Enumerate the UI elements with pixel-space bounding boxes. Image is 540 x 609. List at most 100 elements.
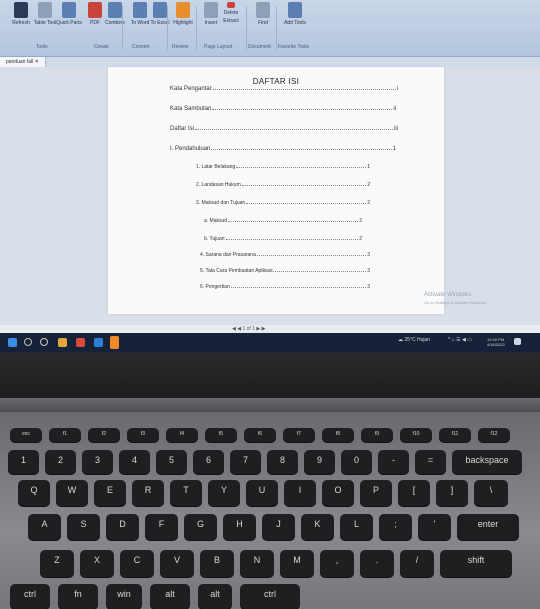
document-tab[interactable]: panduan fall ✕: [0, 57, 46, 67]
key-f2: f2: [88, 428, 120, 442]
toc-entry[interactable]: Kata Pengantar i: [170, 84, 398, 94]
weather-widget[interactable]: ☁ 25°C Hujan: [398, 337, 430, 343]
key-f4: f4: [166, 428, 198, 442]
toc-leader-dots: [236, 167, 367, 168]
key-7: 7: [230, 450, 261, 474]
key-label: A: [41, 519, 48, 529]
key-d: D: [106, 514, 139, 540]
key-label: 0: [353, 455, 359, 465]
key-label: f1: [62, 431, 68, 437]
page-navigation[interactable]: ◀ ◀ 1 of 1 ▶ ▶: [232, 325, 265, 333]
status-bar: ◀ ◀ 1 of 1 ▶ ▶: [0, 325, 540, 333]
key-alt: alt: [198, 584, 232, 609]
toc-entry-page: 1: [367, 164, 370, 170]
ribbon-highlight[interactable]: Highlight: [168, 2, 198, 26]
key-label: shift: [467, 555, 485, 565]
key-c: C: [120, 550, 154, 577]
toc-entry[interactable]: Daftar Isi iii: [170, 124, 398, 134]
key-: [: [398, 480, 430, 506]
key-u: U: [246, 480, 278, 506]
toc-leader-dots: [230, 287, 367, 288]
toc-leader-dots: [212, 89, 396, 90]
toc-entry-text: 4. Sarana dan Prasarana: [200, 252, 256, 258]
task-view-icon[interactable]: [40, 338, 48, 346]
key-v: V: [160, 550, 194, 577]
key-label: f3: [140, 431, 146, 437]
toc-entry[interactable]: 4. Sarana dan Prasarana 3: [200, 250, 370, 260]
key-: \: [474, 480, 508, 506]
key-label: J: [276, 519, 281, 529]
key-label: ]: [450, 485, 454, 495]
highlight-icon: [176, 2, 190, 18]
key-3: 3: [82, 450, 113, 474]
browser-icon[interactable]: [110, 336, 119, 349]
tray-icons[interactable]: ^ ⌂ ☰ ◀ ▭: [448, 337, 472, 343]
document-workspace: DAFTAR ISI Kata Pengantar i Kata Sambutan i…: [0, 67, 540, 325]
key-5: 5: [156, 450, 187, 474]
divider: [246, 6, 247, 50]
key-label: ': [433, 519, 436, 529]
toc-entry[interactable]: 3. Maksud dan Tujuan 2: [196, 198, 370, 208]
ribbon-find[interactable]: Find: [248, 2, 278, 26]
key-f5: f5: [205, 428, 237, 442]
key-label: win: [117, 589, 131, 599]
key-y: Y: [208, 480, 240, 506]
key-: ]: [436, 480, 468, 506]
key-label: E: [106, 485, 113, 495]
toc-leader-dots: [212, 109, 393, 110]
toc-entry[interactable]: Kata Sambutan ii: [170, 104, 396, 114]
key-f3: f3: [127, 428, 159, 442]
activate-title: Activate Windows: [424, 292, 472, 298]
key-f: F: [145, 514, 178, 540]
toc-entry[interactable]: 2. Landasan Hukum 2: [196, 180, 370, 190]
ribbon-add-tools[interactable]: Add Tools: [280, 2, 310, 26]
clock[interactable]: 10:40 PM 4/16/2022: [487, 337, 505, 347]
key-0: 0: [341, 450, 372, 474]
key-p: P: [360, 480, 392, 506]
document-tabbar: panduan fall ✕: [0, 57, 540, 67]
toc-leader-dots: [273, 271, 367, 272]
key-label: /: [415, 555, 419, 565]
key-f8: f8: [322, 428, 354, 442]
activate-subtitle: Go to Settings to activate Windows.: [424, 300, 488, 305]
search-icon[interactable]: [24, 338, 32, 346]
add-tools-icon: [288, 2, 302, 18]
delete-icon: [227, 2, 235, 8]
key-b: B: [200, 550, 234, 577]
key-: -: [378, 450, 409, 474]
key-f1: f1: [49, 428, 81, 442]
key-ctrl: ctrl: [10, 584, 50, 609]
toc-entry-text: 2. Landasan Hukum: [196, 182, 241, 188]
key-n: N: [240, 550, 274, 577]
toc-entry[interactable]: I. Pendahuluan 1: [170, 144, 396, 154]
toc-entry[interactable]: a. Maksud 2: [204, 216, 362, 226]
windows-start-icon[interactable]: [8, 338, 17, 347]
toc-entry-page: 2: [367, 200, 370, 206]
toc-entry[interactable]: b. Tujuan 2: [204, 234, 362, 244]
toc-entry[interactable]: 5. Tata Cara Pembuatan Aplikasi 3: [200, 266, 370, 276]
key-label: U: [258, 485, 266, 495]
toc-entry[interactable]: 6. Pengertian 3: [200, 282, 370, 292]
app-icon[interactable]: [76, 338, 85, 347]
key-label: f4: [179, 431, 185, 437]
refresh-icon: [14, 2, 28, 18]
key-s: S: [67, 514, 100, 540]
toc-entry-text: Kata Sambutan: [170, 106, 212, 112]
ribbon-delete[interactable]: Delete Extract: [216, 2, 246, 24]
key-6: 6: [193, 450, 224, 474]
file-explorer-icon[interactable]: [58, 338, 67, 347]
key-9: 9: [304, 450, 335, 474]
key-e: E: [94, 480, 126, 506]
activate-windows-watermark: Activate Windows Go to Settings to activ…: [424, 292, 487, 306]
notification-icon[interactable]: [514, 338, 521, 345]
toc-entry-text: 6. Pengertian: [200, 284, 230, 290]
key-win: win: [106, 584, 142, 609]
ribbon-label: Add Tools: [284, 20, 306, 26]
toc-leader-dots: [256, 255, 367, 256]
toc-entry-text: I. Pendahuluan: [170, 146, 211, 152]
toc-entry-page: 2: [359, 218, 362, 224]
key-r: R: [132, 480, 164, 506]
toc-entry[interactable]: 1. Latar Belakang 1: [196, 162, 370, 172]
store-icon[interactable]: [94, 338, 103, 347]
close-icon[interactable]: ✕: [35, 59, 39, 65]
